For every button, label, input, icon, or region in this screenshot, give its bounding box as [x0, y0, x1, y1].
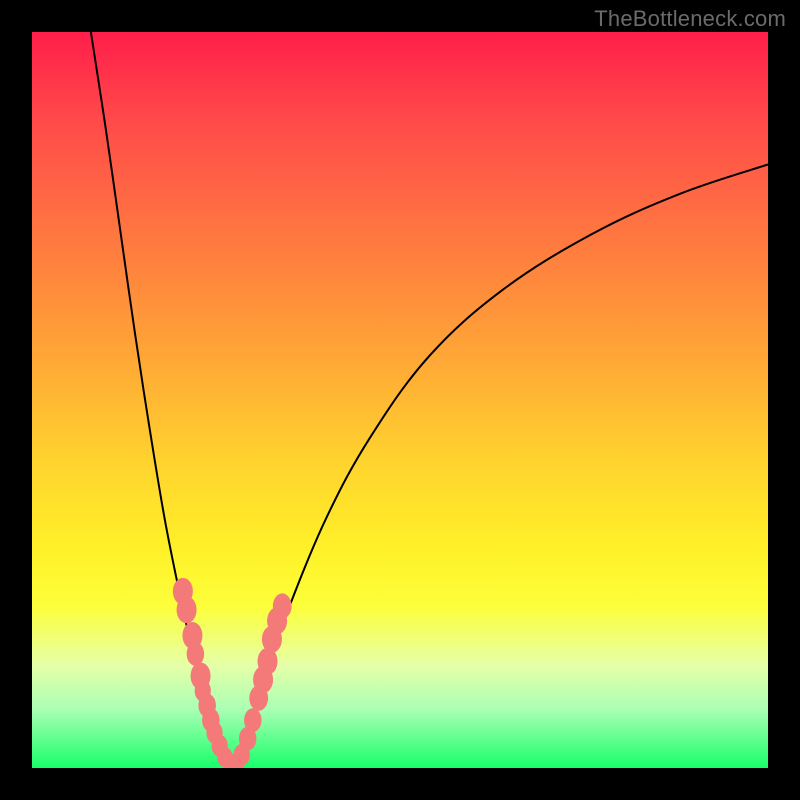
chart-frame: TheBottleneck.com: [0, 0, 800, 800]
watermark-text: TheBottleneck.com: [594, 6, 786, 32]
marker-point: [273, 593, 292, 618]
marker-point: [187, 642, 205, 666]
right-branch-curve: [231, 164, 768, 768]
highlighted-points: [173, 578, 292, 768]
plot-area: [32, 32, 768, 768]
curve-layer: [32, 32, 768, 768]
marker-point: [177, 596, 197, 623]
left-branch-curve: [91, 32, 231, 768]
marker-point: [244, 708, 262, 732]
